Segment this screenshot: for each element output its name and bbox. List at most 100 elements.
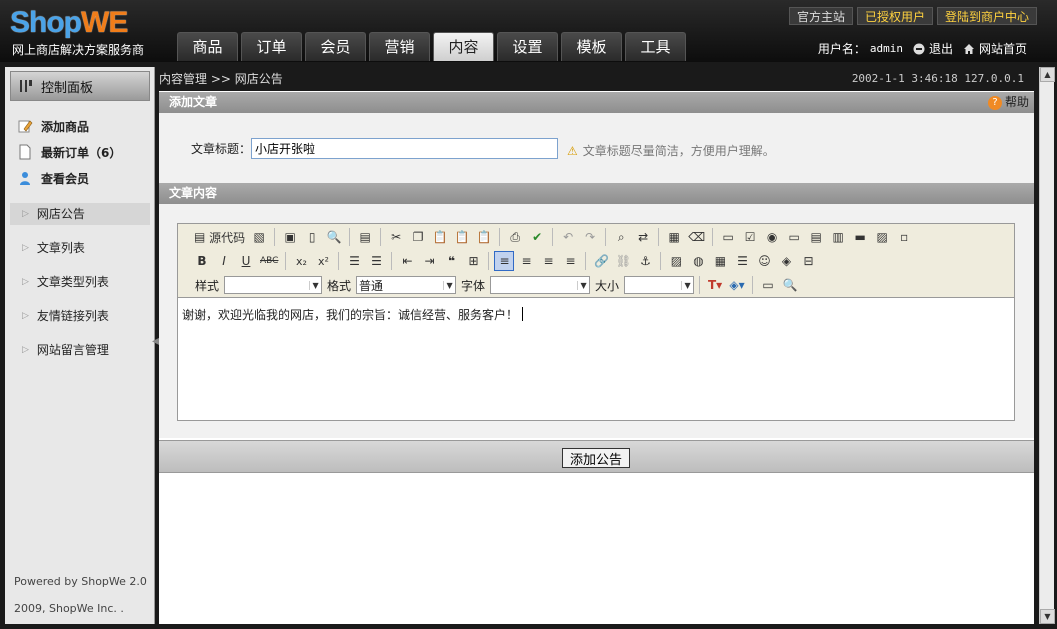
toolbar-separator	[585, 252, 587, 270]
horizontal-rule-icon[interactable]: ☰	[732, 251, 752, 271]
tab-content[interactable]: 内容	[433, 32, 494, 61]
chevron-down-icon: ▼	[309, 280, 321, 290]
tab-settings[interactable]: 设置	[497, 32, 558, 61]
menu-store-notice[interactable]: ▷ 网店公告	[10, 203, 150, 225]
quick-latest-orders[interactable]: 最新订单（6）	[17, 139, 121, 165]
style-select[interactable]: ▼	[224, 276, 323, 294]
bg-color-icon[interactable]: ◈▾	[727, 275, 747, 295]
menu-article-type-list[interactable]: ▷ 文章类型列表	[10, 271, 150, 293]
preview-icon[interactable]: 🔍	[324, 227, 344, 247]
undo-icon[interactable]: ↶	[558, 227, 578, 247]
font-select[interactable]: ▼	[490, 276, 591, 294]
preview-doc-icon[interactable]: ▧	[249, 227, 269, 247]
official-site-link[interactable]: 官方主站	[788, 7, 853, 25]
image-button-icon[interactable]: ▨	[872, 227, 892, 247]
radio-icon[interactable]: ◉	[762, 227, 782, 247]
strikethrough-icon[interactable]: ABC	[258, 251, 280, 271]
page-break-icon[interactable]: ⊟	[798, 251, 818, 271]
tab-marketing[interactable]: 营销	[369, 32, 430, 61]
site-home-link[interactable]: 网站首页	[963, 40, 1027, 57]
tab-members[interactable]: 会员	[305, 32, 366, 61]
menu-article-list[interactable]: ▷ 文章列表	[10, 237, 150, 259]
text-color-icon[interactable]: T▾	[705, 275, 725, 295]
merchant-center-link[interactable]: 登陆到商户中心	[936, 7, 1037, 25]
maximize-icon[interactable]: ▭	[758, 275, 778, 295]
page-scrollbar[interactable]: ▲ ▼	[1039, 67, 1055, 624]
tab-orders[interactable]: 订单	[241, 32, 302, 61]
image-icon[interactable]: ▨	[666, 251, 686, 271]
show-blocks-icon[interactable]: 🔍	[780, 275, 800, 295]
editor-body[interactable]: 谢谢，欢迎光临我的网店，我们的宗旨：诚信经营、服务客户！	[182, 306, 524, 323]
eraser-icon[interactable]: ⌫	[686, 227, 707, 247]
logout-link[interactable]: 退出	[913, 40, 953, 57]
bold-icon[interactable]: B	[192, 251, 212, 271]
save-icon[interactable]: ▣	[280, 227, 300, 247]
textfield-icon[interactable]: ▭	[784, 227, 804, 247]
button-field-icon[interactable]: ▬	[850, 227, 870, 247]
select-all-icon[interactable]: ▦	[664, 227, 684, 247]
template-icon[interactable]: ▤	[355, 227, 375, 247]
underline-icon[interactable]: U	[236, 251, 256, 271]
find-icon[interactable]: ⌕	[611, 227, 631, 247]
tab-tools[interactable]: 工具	[625, 32, 686, 61]
select-field-icon[interactable]: ▥	[828, 227, 848, 247]
paste-text-icon[interactable]: 📋	[452, 227, 472, 247]
align-center-icon[interactable]: ≡	[516, 251, 536, 271]
align-right-icon[interactable]: ≡	[538, 251, 558, 271]
align-left-icon[interactable]: ≡	[494, 251, 515, 271]
username-value: admin	[869, 42, 903, 55]
outdent-icon[interactable]: ⇤	[397, 251, 417, 271]
title-tip-text: 文章标题尽量简洁，方便用户理解。	[582, 144, 775, 158]
spellcheck-icon[interactable]: ✔	[527, 227, 547, 247]
paste-icon[interactable]: 📋	[430, 227, 450, 247]
textarea-icon[interactable]: ▤	[806, 227, 826, 247]
blockquote-icon[interactable]: ❝	[441, 251, 461, 271]
add-notice-button[interactable]: 添加公告	[562, 448, 631, 468]
logo-text-we: WE	[81, 6, 128, 39]
subscript-icon[interactable]: x₂	[291, 251, 311, 271]
checkbox-icon[interactable]: ☑	[740, 227, 760, 247]
toolbar-separator	[274, 228, 276, 246]
flash-icon[interactable]: ◍	[688, 251, 708, 271]
help-link[interactable]: ? 帮助	[987, 92, 1029, 113]
special-char-icon[interactable]: ◈	[776, 251, 796, 271]
menu-guestbook[interactable]: ▷ 网站留言管理	[10, 339, 150, 361]
unlink-icon[interactable]: ⛓	[613, 251, 633, 271]
hidden-field-icon[interactable]: ▫	[894, 227, 914, 247]
control-panel-header[interactable]: 控制面板	[10, 71, 150, 101]
format-select[interactable]: 普通 ▼	[356, 276, 457, 294]
cut-icon[interactable]: ✂	[386, 227, 406, 247]
breadcrumb-bar: 内容管理 >> 网店公告 2002-1-1 3:46:18 127.0.0.1	[159, 67, 1034, 91]
shopwe-logo[interactable]: ShopWE	[10, 6, 128, 40]
replace-icon[interactable]: ⇄	[633, 227, 653, 247]
indent-icon[interactable]: ⇥	[419, 251, 439, 271]
paste-word-icon[interactable]: 📋	[474, 227, 494, 247]
tab-templates[interactable]: 模板	[561, 32, 622, 61]
authorized-user-link[interactable]: 已授权用户	[856, 7, 933, 25]
size-select[interactable]: ▼	[624, 276, 695, 294]
source-code-button[interactable]: ▤ 源代码	[192, 227, 247, 247]
align-justify-icon[interactable]: ≡	[560, 251, 580, 271]
scroll-down-icon[interactable]: ▼	[1040, 609, 1055, 624]
redo-icon[interactable]: ↷	[580, 227, 600, 247]
quick-add-product[interactable]: 添加商品	[17, 113, 121, 139]
new-page-icon[interactable]: ▯	[302, 227, 322, 247]
article-title-input[interactable]	[251, 138, 558, 159]
superscript-icon[interactable]: x²	[313, 251, 333, 271]
italic-icon[interactable]: I	[214, 251, 234, 271]
form-icon[interactable]: ▭	[718, 227, 738, 247]
print-icon[interactable]: ⎙	[505, 227, 525, 247]
scroll-up-icon[interactable]: ▲	[1040, 67, 1055, 82]
tab-products[interactable]: 商品	[177, 32, 238, 61]
copy-icon[interactable]: ❐	[408, 227, 428, 247]
ordered-list-icon[interactable]: ☰	[344, 251, 364, 271]
table-icon[interactable]: ▦	[710, 251, 730, 271]
menu-friend-links[interactable]: ▷ 友情链接列表	[10, 305, 150, 327]
smiley-icon[interactable]: ☺	[754, 251, 774, 271]
unordered-list-icon[interactable]: ☰	[366, 251, 386, 271]
div-icon[interactable]: ⊞	[463, 251, 483, 271]
anchor-icon[interactable]: ⚓	[635, 251, 655, 271]
size-label: 大小	[595, 278, 620, 293]
link-icon[interactable]: 🔗	[591, 251, 611, 271]
quick-view-members[interactable]: 查看会员	[17, 165, 121, 191]
